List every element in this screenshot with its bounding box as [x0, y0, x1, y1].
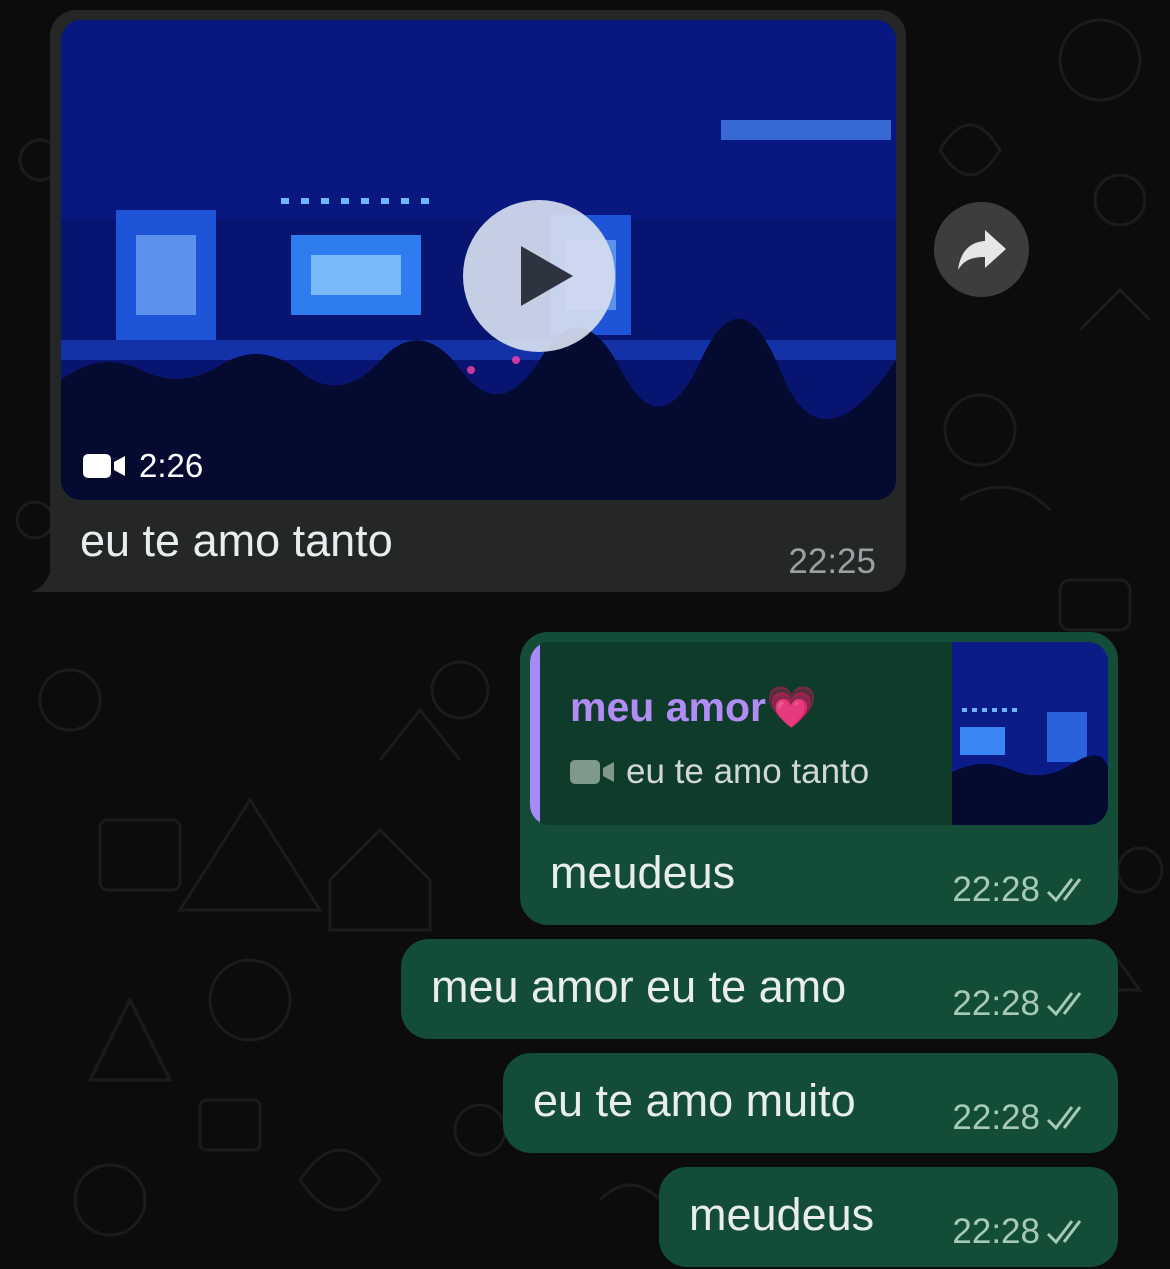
forward-button[interactable]	[934, 202, 1029, 297]
message-time: 22:28	[952, 984, 1040, 1023]
quoted-message[interactable]: meu amor💗 eu te amo tanto	[530, 642, 1108, 825]
video-duration: 2:26	[139, 447, 204, 484]
double-check-icon	[1046, 1220, 1082, 1245]
quoted-text: eu te amo tanto	[626, 752, 870, 791]
video-camera-icon	[570, 760, 614, 784]
message-text: eu te amo muito	[533, 1075, 856, 1126]
quote-accent-bar	[530, 642, 540, 825]
video-thumbnail[interactable]: 2:26	[61, 20, 896, 500]
play-icon	[521, 246, 573, 306]
message-time: 22:28	[952, 870, 1040, 909]
message-meta: 22:28	[952, 1098, 1092, 1138]
bubble-tail	[32, 562, 72, 592]
outgoing-message[interactable]: meudeus 22:28	[659, 1167, 1118, 1267]
message-text: meudeus	[550, 847, 736, 898]
message-meta: 22:28	[952, 984, 1092, 1024]
outgoing-message[interactable]: eu te amo muito 22:28	[503, 1053, 1118, 1153]
outgoing-message[interactable]: meu amor eu te amo 22:28	[401, 939, 1118, 1039]
message-meta: 22:28	[952, 870, 1092, 910]
quoted-video-thumbnail	[952, 642, 1108, 825]
video-duration-badge: 2:26	[83, 446, 203, 486]
incoming-video-message[interactable]: 2:26 eu te amo tanto 22:25	[32, 10, 906, 592]
message-time: 22:28	[952, 1098, 1040, 1137]
outgoing-reply-message[interactable]: meu amor💗 eu te amo tanto meudeus 22:28	[520, 632, 1118, 925]
forward-arrow-icon	[958, 230, 1006, 270]
message-time: 22:25	[788, 542, 876, 581]
double-check-icon	[1046, 1106, 1082, 1131]
double-check-icon	[1046, 878, 1082, 903]
quoted-sender-name: meu amor💗	[570, 684, 818, 730]
video-camera-icon	[83, 454, 125, 478]
message-text: meudeus	[689, 1189, 875, 1240]
quoted-text-row: eu te amo tanto	[570, 752, 869, 792]
message-time: 22:28	[952, 1212, 1040, 1251]
message-text: meu amor eu te amo	[431, 961, 847, 1012]
play-button[interactable]	[463, 200, 615, 352]
message-meta: 22:28	[952, 1212, 1092, 1252]
double-check-icon	[1046, 992, 1082, 1017]
message-text: eu te amo tanto	[80, 515, 393, 566]
